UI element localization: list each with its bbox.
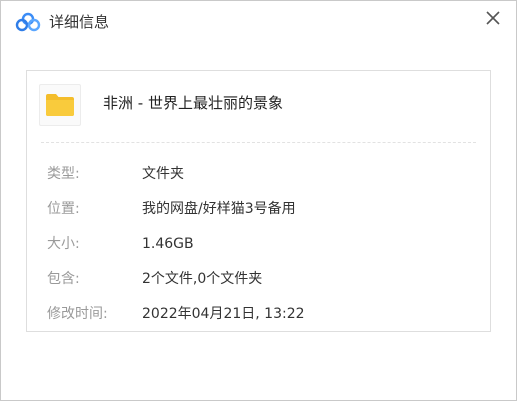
details-card: 非洲 - 世界上最壮丽的景象 类型: 文件夹 位置: 我的网盘/好样猫3号备用 …: [26, 70, 491, 332]
contains-label: 包含:: [47, 271, 80, 287]
folder-icon: [46, 94, 74, 116]
type-value: 文件夹: [142, 166, 184, 182]
location-label: 位置:: [47, 201, 80, 217]
contains-value: 2个文件,0个文件夹: [142, 271, 263, 287]
type-label: 类型:: [47, 166, 80, 182]
file-thumbnail: [39, 84, 81, 126]
cloud-logo-icon: [15, 12, 41, 32]
modified-label: 修改时间:: [47, 306, 108, 322]
size-label: 大小:: [47, 236, 80, 252]
file-name: 非洲 - 世界上最壮丽的景象: [103, 94, 283, 112]
dialog-title: 详细信息: [49, 13, 110, 31]
title-bar: 详细信息: [1, 1, 516, 41]
size-value: 1.46GB: [142, 236, 194, 252]
divider: [41, 142, 476, 143]
details-dialog: 详细信息 非洲 - 世界上最壮丽的景象 类型: 文件夹 位置: 我的网盘/好样猫…: [0, 0, 517, 401]
location-value: 我的网盘/好样猫3号备用: [142, 201, 296, 217]
close-icon[interactable]: [480, 5, 506, 31]
modified-value: 2022年04月21日, 13:22: [142, 306, 305, 322]
